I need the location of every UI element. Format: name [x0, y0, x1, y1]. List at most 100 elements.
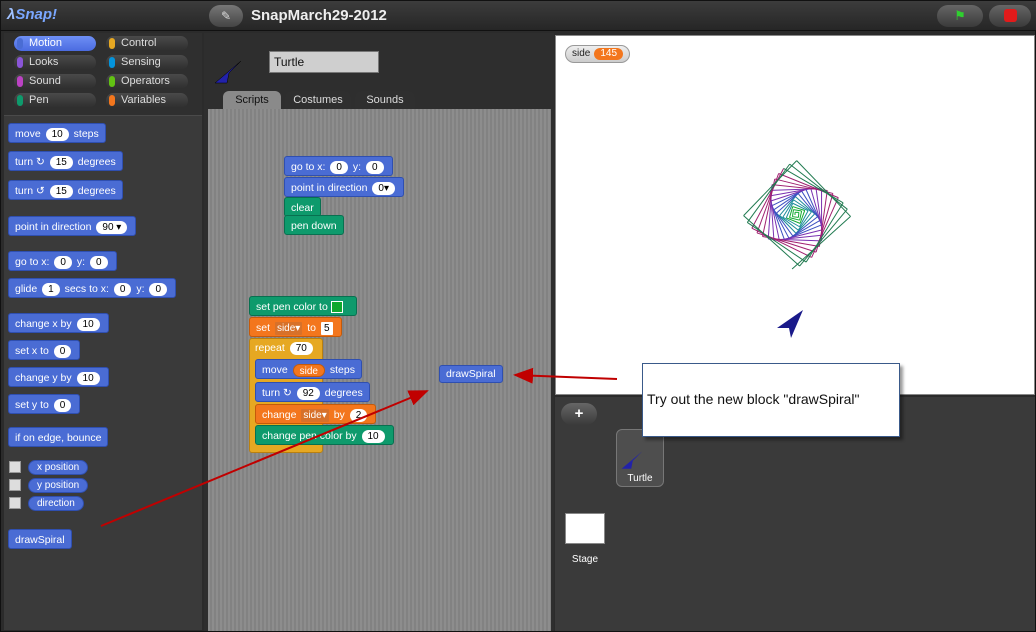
side-variable-watcher[interactable]: side 145	[565, 45, 631, 63]
script-set-variable-block[interactable]: set side▾ to 5	[249, 317, 342, 337]
watcher-label: side	[572, 48, 591, 59]
script-drawspiral-block[interactable]: drawSpiral	[439, 365, 503, 383]
x-slot[interactable]: 0	[113, 282, 132, 296]
palette-change-y-block[interactable]: change y by 10	[8, 367, 109, 387]
y-slot[interactable]: 0	[149, 282, 168, 296]
category-panel: Motion Control Looks Sensing Sound Opera…	[4, 33, 202, 115]
script-point-direction-block[interactable]: point in direction 0▾	[284, 177, 404, 197]
palette-set-y-block[interactable]: set y to 0	[8, 394, 81, 414]
stage-thumbnail[interactable]	[565, 513, 605, 544]
script-clear-block[interactable]: clear	[284, 197, 321, 217]
value-slot[interactable]: 5	[320, 321, 333, 335]
script-goto-block[interactable]: go to x: 0 y: 0	[284, 156, 393, 176]
palette-point-direction-block[interactable]: point in direction 90 ▾	[8, 216, 137, 236]
repeat-count-slot[interactable]: 70	[289, 341, 313, 355]
side-variable-reporter[interactable]: side	[292, 363, 325, 377]
turtle-cursor-icon	[777, 310, 803, 338]
logo-text: Snap!	[15, 6, 58, 23]
block-text: glide	[15, 283, 38, 295]
y-slot[interactable]: 0	[89, 255, 108, 269]
number-slot[interactable]: 10	[76, 317, 100, 331]
category-pen[interactable]: Pen	[14, 93, 96, 108]
spiral-segment	[797, 211, 812, 231]
category-label: Control	[121, 37, 157, 49]
y-position-checkbox[interactable]	[9, 479, 21, 491]
palette-change-x-block[interactable]: change x by 10	[8, 313, 109, 333]
number-slot[interactable]: 0	[53, 398, 72, 412]
script-change-variable-block[interactable]: change side▾ by 2	[255, 404, 377, 424]
category-operators[interactable]: Operators	[106, 74, 188, 89]
x-position-checkbox[interactable]	[9, 461, 21, 473]
palette-glide-block[interactable]: glide 1 secs to x: 0 y: 0	[8, 278, 177, 298]
pen-color-dot	[17, 95, 23, 106]
project-menu-button[interactable]: ✎	[209, 5, 243, 27]
x-slot[interactable]: 0	[330, 160, 348, 174]
value-slot[interactable]: 10	[361, 429, 385, 443]
slot-value: 0	[378, 182, 384, 194]
category-looks[interactable]: Looks	[14, 55, 96, 70]
palette-bounce-block[interactable]: if on edge, bounce	[8, 427, 109, 447]
block-text: change x by	[15, 318, 72, 330]
tab-scripts[interactable]: Scripts	[223, 91, 281, 109]
category-sound[interactable]: Sound	[14, 74, 96, 89]
x-position-reporter[interactable]: x position	[28, 460, 89, 475]
number-slot[interactable]: 10	[45, 127, 69, 141]
pen-color-swatch[interactable]	[330, 301, 343, 314]
value-slot[interactable]: 2	[349, 408, 368, 422]
tab-sounds[interactable]: Sounds	[355, 91, 415, 109]
direction-checkbox[interactable]	[9, 497, 21, 509]
block-text: go to x:	[15, 256, 50, 268]
block-text: degrees	[324, 387, 363, 399]
tab-costumes[interactable]: Costumes	[285, 91, 351, 109]
top-bar	[1, 1, 1036, 31]
palette-goto-block[interactable]: go to x: 0 y: 0	[8, 251, 117, 271]
add-sprite-button[interactable]: +	[561, 403, 597, 425]
number-slot[interactable]: 15	[49, 155, 73, 169]
number-slot[interactable]: 10	[76, 371, 100, 385]
category-variables[interactable]: Variables	[106, 93, 188, 108]
direction-dropdown[interactable]: 0▾	[372, 181, 395, 195]
block-text: if on edge, bounce	[15, 432, 102, 444]
direction-dropdown[interactable]: 90 ▾	[96, 220, 128, 234]
stop-button[interactable]	[989, 5, 1031, 27]
y-position-reporter[interactable]: y position	[28, 478, 89, 493]
category-motion[interactable]: Motion	[14, 36, 96, 51]
sound-color-dot	[17, 76, 23, 87]
x-slot[interactable]: 0	[54, 255, 72, 269]
variable-dropdown[interactable]: side▾	[301, 408, 329, 422]
script-turn-block[interactable]: turn ↻ 92 degrees	[255, 382, 370, 402]
looks-color-dot	[17, 57, 23, 68]
script-set-pen-color-block[interactable]: set pen color to	[249, 296, 357, 316]
control-color-dot	[109, 38, 115, 49]
variable-dropdown[interactable]: side▾	[274, 321, 303, 335]
category-sensing[interactable]: Sensing	[106, 55, 188, 70]
script-move-block[interactable]: move side steps	[255, 359, 362, 379]
callout-text: Try out the new block "drawSpiral"	[647, 391, 860, 407]
script-change-pen-color-block[interactable]: change pen color by 10	[255, 425, 394, 445]
palette-move-block[interactable]: move 10 steps	[8, 123, 106, 143]
number-slot[interactable]: 15	[49, 184, 73, 198]
script-pen-down-block[interactable]: pen down	[284, 215, 344, 235]
palette-set-x-block[interactable]: set x to 0	[8, 340, 81, 360]
green-flag-button[interactable]: ⚑	[937, 5, 983, 27]
block-text: set	[256, 322, 271, 334]
sprite-name-field[interactable]: Turtle	[269, 51, 379, 73]
flag-icon: ⚑	[954, 8, 966, 23]
spiral-segment	[773, 190, 802, 211]
block-text: change pen color by	[262, 430, 357, 442]
direction-reporter[interactable]: direction	[28, 496, 84, 511]
palette-turn-left-block[interactable]: turn ↺ 15 degrees	[8, 180, 123, 200]
motion-color-dot	[17, 38, 23, 49]
block-text: move	[15, 128, 41, 140]
palette-drawspiral-block[interactable]: drawSpiral	[8, 529, 72, 549]
snap-logo[interactable]: λSnap!	[7, 6, 57, 23]
y-slot[interactable]: 0	[365, 160, 384, 174]
palette-turn-right-block[interactable]: turn ↻ 15 degrees	[8, 151, 123, 171]
number-slot[interactable]: 0	[53, 344, 72, 358]
degrees-slot[interactable]: 92	[296, 386, 320, 400]
variables-color-dot	[109, 95, 115, 106]
category-control[interactable]: Control	[106, 36, 188, 51]
sensing-color-dot	[109, 57, 115, 68]
secs-slot[interactable]: 1	[42, 282, 60, 296]
turtle-sprite-thumbnail-icon	[621, 451, 643, 469]
